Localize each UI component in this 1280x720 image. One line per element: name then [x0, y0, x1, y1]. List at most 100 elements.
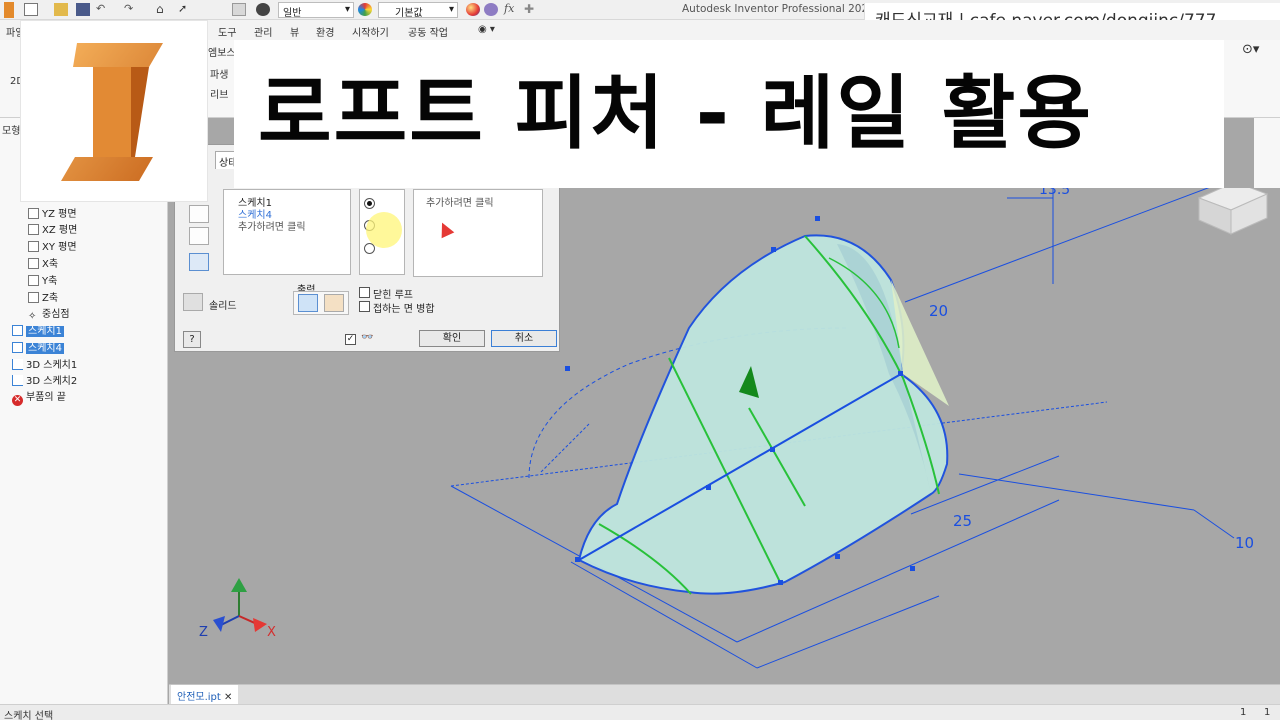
closed-loop-label: 닫힌 루프: [373, 290, 413, 301]
ribbon-help-icon[interactable]: ⊙▾: [1242, 42, 1259, 57]
3d-sketch-icon: [12, 375, 23, 386]
color-wheel-icon[interactable]: [358, 3, 372, 16]
cancel-button[interactable]: 취소: [491, 330, 557, 347]
plane-icon: [28, 241, 39, 252]
section-add-hint[interactable]: 추가하려면 클릭: [238, 218, 306, 233]
sections-list[interactable]: 스케치1 스케치4 추가하려면 클릭: [223, 189, 351, 275]
dimension-25[interactable]: 25: [953, 512, 972, 530]
select-icon[interactable]: ➚: [178, 3, 192, 16]
tab-extra-toggle[interactable]: ◉ ▾: [478, 24, 495, 35]
ok-button[interactable]: 확인: [419, 330, 485, 347]
fx-icon[interactable]: fx: [504, 3, 518, 16]
home-icon[interactable]: ⌂: [156, 3, 170, 16]
section-settings-button[interactable]: [189, 253, 209, 271]
tree-item-xz-plane[interactable]: XZ 평면: [28, 221, 77, 237]
clear-appearance-icon[interactable]: [484, 3, 498, 16]
preview-checkbox[interactable]: ✓: [345, 334, 356, 345]
dimension-20[interactable]: 20: [929, 302, 948, 320]
appearance-ball-icon[interactable]: [466, 3, 480, 16]
loft-surface[interactable]: [577, 234, 949, 595]
ribbon-emboss[interactable]: 엠보스: [208, 44, 236, 59]
solid-output-icon[interactable]: [183, 293, 203, 311]
tree-item-end-of-part[interactable]: ✕ 부품의 끝: [12, 388, 66, 406]
tree-item-z-axis[interactable]: Z축: [28, 289, 58, 305]
rail-type-box: [359, 189, 405, 275]
3d-sketch-icon: [12, 359, 23, 370]
status-text: 스케치 선택: [4, 711, 54, 720]
tab-manage[interactable]: 관리: [254, 24, 272, 39]
tree-item-3d-sketch1[interactable]: 3D 스케치1: [12, 356, 77, 372]
sketch-icon: [12, 342, 23, 353]
cursor-highlight: [366, 212, 402, 248]
tree-item-sketch4[interactable]: 스케치4: [12, 339, 64, 355]
material-icon[interactable]: [256, 3, 270, 16]
document-tab[interactable]: 안전모.ipt ✕: [171, 685, 239, 705]
rails-list[interactable]: 추가하려면 클릭: [413, 189, 543, 277]
section-move-up-button[interactable]: [189, 205, 209, 223]
tree-item-y-axis[interactable]: Y축: [28, 272, 57, 288]
ribbon-derive[interactable]: 파생: [210, 66, 228, 81]
close-icon[interactable]: ✕: [224, 692, 232, 703]
tree-item-yz-plane[interactable]: YZ 평면: [28, 205, 77, 221]
inventor-logo-icon: [61, 43, 163, 181]
right-strip: [1254, 118, 1280, 188]
tree-item-x-axis[interactable]: X축: [28, 255, 58, 271]
help-button[interactable]: ?: [183, 331, 201, 348]
tree-item-sketch1[interactable]: 스케치1: [12, 322, 64, 338]
output-group: [293, 291, 349, 315]
axis-icon: [28, 258, 39, 269]
model-browser: 모형 YZ 평면 XZ 평면 XY 평면 X축 Y축 Z축 ✧ 중심점 스케치1 …: [0, 118, 168, 704]
plane-icon: [28, 224, 39, 235]
dimension-13-5[interactable]: 13.5: [1039, 188, 1070, 198]
axis-icon: [28, 292, 39, 303]
inventor-logo: [20, 20, 208, 202]
red-cursor-icon: [435, 219, 455, 239]
tree-item-3d-sketch2[interactable]: 3D 스케치2: [12, 372, 77, 388]
section-move-down-button[interactable]: [189, 227, 209, 245]
tab-get-started[interactable]: 시작하기: [352, 24, 389, 39]
banner-title: 로프트 피처 - 레일 활용: [258, 67, 1094, 160]
status-bar: 스케치 선택 1 1: [0, 704, 1280, 720]
merge-tangent-checkbox[interactable]: [359, 301, 370, 312]
viewcube[interactable]: [1197, 188, 1269, 235]
triad-x-label: X: [267, 625, 276, 640]
rail-radio-option[interactable]: [364, 198, 375, 209]
end-of-part-icon: ✕: [12, 395, 23, 406]
ribbon-rib[interactable]: 리브: [210, 86, 228, 101]
axis-triad: Z X: [199, 578, 276, 640]
status-count-a: 1: [1240, 707, 1247, 718]
update-icon[interactable]: [232, 3, 246, 16]
inventor-app-icon[interactable]: [4, 2, 14, 18]
preview-glasses-icon: 👓: [361, 332, 374, 343]
open-folder-icon[interactable]: [54, 3, 68, 16]
plus-icon[interactable]: ✚: [524, 3, 538, 16]
closed-loop-checkbox[interactable]: [359, 287, 370, 298]
rail-add-hint[interactable]: 추가하려면 클릭: [426, 194, 494, 209]
output-solid-button[interactable]: [298, 294, 318, 312]
tab-view[interactable]: 뷰: [290, 24, 299, 39]
tree-item-xy-plane[interactable]: XY 평면: [28, 238, 77, 254]
document-tab-label: 안전모.ipt: [177, 692, 221, 703]
tab-environment[interactable]: 환경: [316, 24, 334, 39]
style-dropdown[interactable]: 일반 ▾: [278, 2, 354, 19]
save-icon[interactable]: [76, 3, 90, 16]
tree-item-center-point[interactable]: ✧ 중심점: [28, 305, 70, 322]
triad-z-label: Z: [199, 625, 208, 640]
tab-tools[interactable]: 도구: [218, 24, 236, 39]
dimension-10[interactable]: 10: [1235, 534, 1254, 552]
redo-icon[interactable]: ↷: [124, 3, 138, 16]
plane-icon: [28, 208, 39, 219]
undo-icon[interactable]: ↶: [96, 3, 110, 16]
axis-icon: [28, 275, 39, 286]
tab-collaborate[interactable]: 공동 작업: [408, 24, 448, 39]
output-surface-button[interactable]: [324, 294, 344, 312]
new-file-icon[interactable]: [24, 3, 38, 16]
merge-tangent-label: 접하는 면 병합: [373, 304, 435, 315]
solid-label: 솔리드: [209, 301, 237, 312]
appearance-dropdown[interactable]: 기본값 ▾: [378, 2, 458, 19]
sketch-icon: [12, 325, 23, 336]
title-banner: 로프트 피처 - 레일 활용: [234, 40, 1224, 188]
document-tabs: 안전모.ipt ✕: [169, 684, 1280, 705]
status-count-b: 1: [1264, 707, 1271, 718]
center-point-icon: ✧: [28, 311, 37, 322]
